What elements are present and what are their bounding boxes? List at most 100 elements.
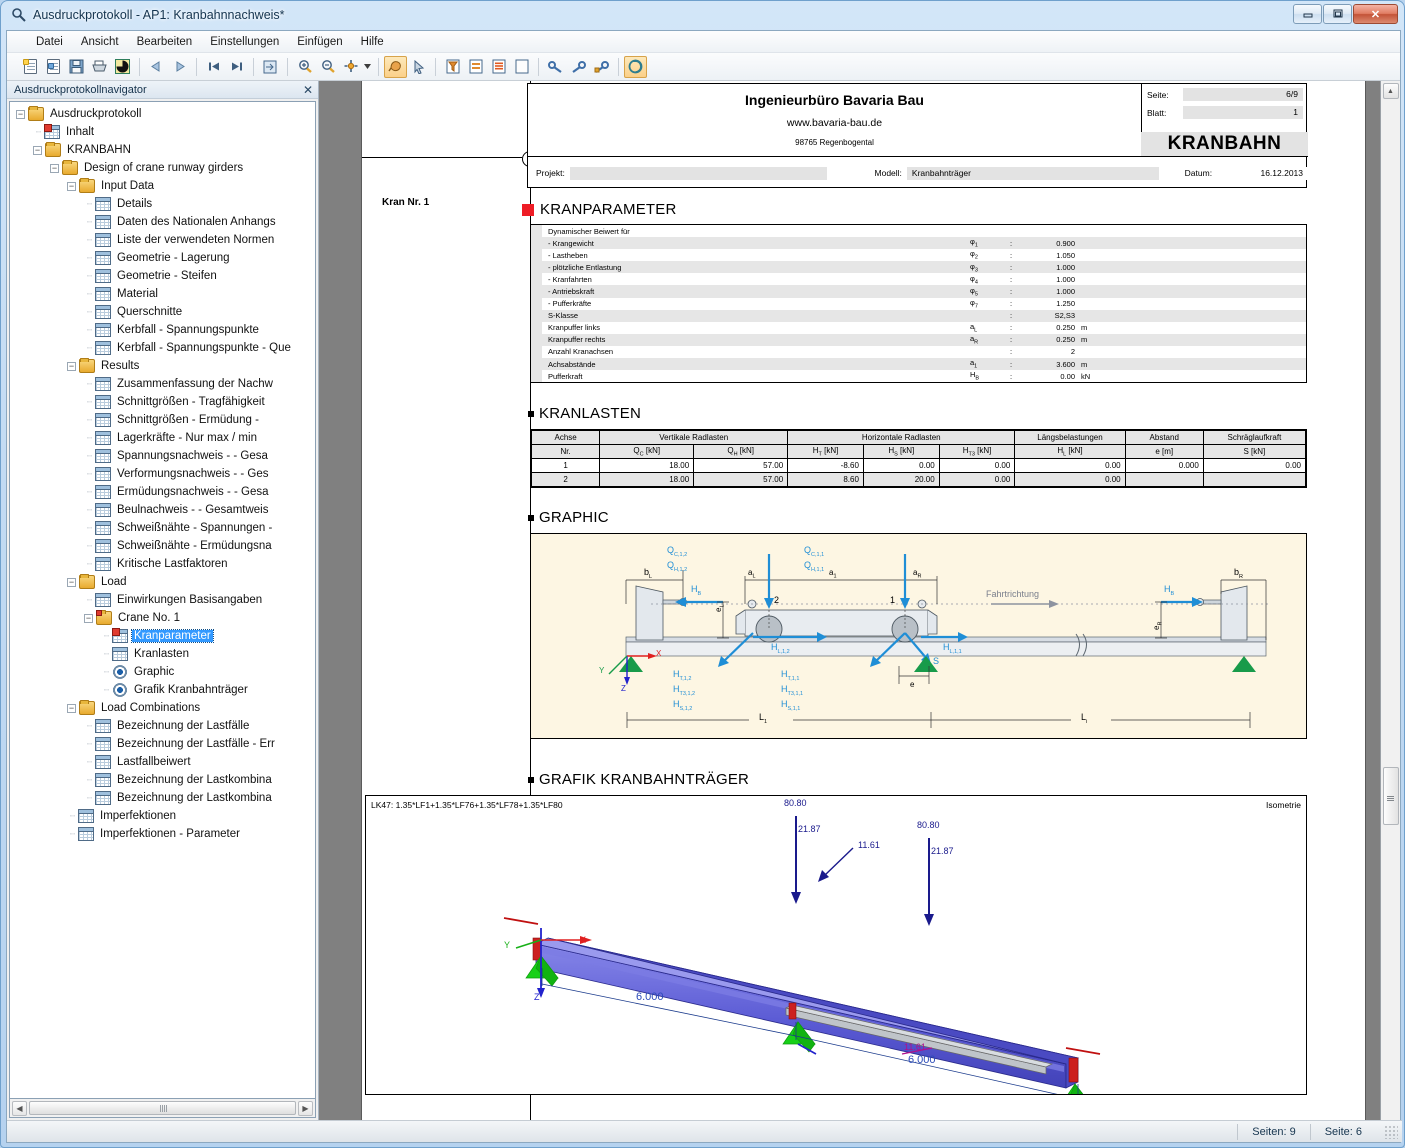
scroll-up-icon[interactable]: ▲ bbox=[1382, 83, 1399, 99]
tree-expander-icon[interactable]: − bbox=[67, 577, 76, 587]
crane-schematic-graphic[interactable]: QC,1,2 QH,1,2 QC,1,1 QH,1,1 bL bR aL a1 … bbox=[530, 533, 1307, 739]
pan-tool-icon[interactable] bbox=[339, 56, 362, 78]
regenerate-icon[interactable] bbox=[624, 55, 647, 78]
scroll-right-icon[interactable]: ▶ bbox=[298, 1100, 313, 1116]
tree-item[interactable]: − Results bbox=[10, 357, 315, 375]
sub-header-cell: HT [kN] bbox=[787, 444, 864, 459]
unlink-icon[interactable] bbox=[567, 56, 590, 78]
tree-expander-icon[interactable]: − bbox=[67, 181, 76, 191]
document-vscrollbar[interactable]: ▲ bbox=[1380, 81, 1400, 1120]
toolbar-separator bbox=[435, 57, 436, 76]
menu-item-ansicht[interactable]: Ansicht bbox=[72, 34, 128, 50]
tree-expander-icon[interactable]: − bbox=[84, 613, 93, 623]
document-view[interactable]: Kran Nr. 1 Ingenieurbüro Bavaria Bau www… bbox=[319, 81, 1400, 1120]
tree-item[interactable]: − Load bbox=[10, 573, 315, 591]
tree-item[interactable]: ┈ Material bbox=[10, 285, 315, 303]
select-tool-icon[interactable] bbox=[407, 56, 430, 78]
tree-item[interactable]: ┈ Zusammenfassung der Nachw bbox=[10, 375, 315, 393]
tree-expander-icon[interactable]: − bbox=[33, 145, 42, 155]
minimize-button[interactable] bbox=[1293, 4, 1322, 24]
new-report-icon[interactable] bbox=[19, 56, 42, 78]
tree-item[interactable]: ┈ Imperfektionen bbox=[10, 807, 315, 825]
tree-item[interactable]: ┈ Kerbfall - Spannungspunkte bbox=[10, 321, 315, 339]
vscroll-thumb[interactable] bbox=[1382, 767, 1399, 825]
tree-item[interactable]: − KRANBAHN bbox=[10, 141, 315, 159]
hscroll-thumb[interactable] bbox=[29, 1101, 296, 1115]
tree-item[interactable]: ┈ Bezeichnung der Lastkombina bbox=[10, 789, 315, 807]
tree-item[interactable]: − Input Data bbox=[10, 177, 315, 195]
vscroll-track[interactable] bbox=[1382, 99, 1399, 1118]
tree-item[interactable]: ┈ Bezeichnung der Lastfälle bbox=[10, 717, 315, 735]
tree-item[interactable]: ┈ Geometrie - Lagerung bbox=[10, 249, 315, 267]
tree-item[interactable]: ┈ Schweißnähte - Ermüdungsna bbox=[10, 537, 315, 555]
tree-item[interactable]: ┈ Geometrie - Steifen bbox=[10, 267, 315, 285]
pan-dropdown-icon[interactable] bbox=[362, 56, 373, 78]
navigator-hscrollbar[interactable]: ◀ ▶ bbox=[9, 1099, 316, 1118]
tree-item[interactable]: ┈ Grafik Kranbahnträger bbox=[10, 681, 315, 699]
tree-item[interactable]: ┈ Lagerkräfte - Nur max / min bbox=[10, 429, 315, 447]
tree-item[interactable]: − Design of crane runway girders bbox=[10, 159, 315, 177]
export-icon[interactable] bbox=[259, 56, 282, 78]
tree-item[interactable]: ┈ Schnittgrößen - Tragfähigkeit bbox=[10, 393, 315, 411]
tree-item[interactable]: ┈ Details bbox=[10, 195, 315, 213]
tree-item[interactable]: ┈ Liste der verwendeten Normen bbox=[10, 231, 315, 249]
last-page-icon[interactable] bbox=[225, 56, 248, 78]
tree-item[interactable]: − Crane No. 1 bbox=[10, 609, 315, 627]
tree-item[interactable]: ┈ Bezeichnung der Lastkombina bbox=[10, 771, 315, 789]
menu-item-datei[interactable]: Datei bbox=[27, 34, 72, 50]
menu-item-bearbeiten[interactable]: Bearbeiten bbox=[128, 34, 202, 50]
previous-page-icon[interactable] bbox=[145, 56, 168, 78]
first-page-icon[interactable] bbox=[202, 56, 225, 78]
print-icon[interactable] bbox=[88, 56, 111, 78]
close-button[interactable]: ✕ bbox=[1353, 4, 1398, 24]
menu-item-hilfe[interactable]: Hilfe bbox=[352, 34, 393, 50]
filter-page-icon[interactable] bbox=[441, 56, 464, 78]
tree-item[interactable]: ┈ Inhalt bbox=[10, 123, 315, 141]
menu-item-einfuegen[interactable]: Einfügen bbox=[288, 34, 351, 50]
tree-item[interactable]: ┈ Verformungsnachweis - - Ges bbox=[10, 465, 315, 483]
tree-expander-icon[interactable]: − bbox=[50, 163, 59, 173]
link-icon[interactable] bbox=[544, 56, 567, 78]
lock-link-icon[interactable] bbox=[590, 56, 613, 78]
open-image-icon[interactable] bbox=[42, 56, 65, 78]
tree-item[interactable]: ┈ Lastfallbeiwert bbox=[10, 753, 315, 771]
tree-item[interactable]: ┈ Querschnitte bbox=[10, 303, 315, 321]
tree-item[interactable]: ┈ Kranlasten bbox=[10, 645, 315, 663]
tree-item[interactable]: ┈ Kritische Lastfaktoren bbox=[10, 555, 315, 573]
page-text-icon[interactable] bbox=[487, 56, 510, 78]
scroll-left-icon[interactable]: ◀ bbox=[12, 1100, 27, 1116]
resize-grip-icon[interactable] bbox=[1384, 1124, 1398, 1139]
tree-item[interactable]: ┈ Graphic bbox=[10, 663, 315, 681]
tree-item[interactable]: ┈ Beulnachweis - - Gesamtweis bbox=[10, 501, 315, 519]
tree-item[interactable]: ┈ Spannungsnachweis - - Gesa bbox=[10, 447, 315, 465]
blank-page-icon[interactable] bbox=[510, 56, 533, 78]
tree-item[interactable]: ┈ Kranparameter bbox=[10, 627, 315, 645]
tree-item[interactable]: − Load Combinations bbox=[10, 699, 315, 717]
save-icon[interactable] bbox=[65, 56, 88, 78]
tree-expander-icon[interactable]: − bbox=[67, 361, 76, 371]
beam-3d-graphic[interactable]: LK47: 1.35*LF1+1.35*LF76+1.35*LF78+1.35*… bbox=[365, 795, 1307, 1095]
table-icon bbox=[95, 773, 111, 787]
tree-item[interactable]: ┈ Imperfektionen - Parameter bbox=[10, 825, 315, 843]
tree-item[interactable]: ┈ Bezeichnung der Lastfälle - Err bbox=[10, 735, 315, 753]
next-page-icon[interactable] bbox=[168, 56, 191, 78]
tree-item[interactable]: ┈ Schnittgrößen - Ermüdung - bbox=[10, 411, 315, 429]
tree-item[interactable]: ┈ Einwirkungen Basisangaben bbox=[10, 591, 315, 609]
close-icon[interactable]: ✕ bbox=[303, 83, 313, 97]
maximize-button[interactable] bbox=[1323, 4, 1352, 24]
tree-item[interactable]: ┈ Daten des Nationalen Anhangs bbox=[10, 213, 315, 231]
printed-page: Kran Nr. 1 Ingenieurbüro Bavaria Bau www… bbox=[362, 81, 1365, 1120]
report-tree[interactable]: − Ausdruckprotokoll ┈ Inhalt − KRANBAHN − Desig… bbox=[9, 101, 316, 1099]
hand-tool-icon[interactable] bbox=[384, 55, 407, 78]
tree-expander-icon[interactable]: − bbox=[67, 703, 76, 713]
menu-item-einstellungen[interactable]: Einstellungen bbox=[201, 34, 288, 50]
refresh-icon[interactable] bbox=[111, 56, 134, 78]
page-properties-icon[interactable] bbox=[464, 56, 487, 78]
tree-item[interactable]: ┈ Ermüdungsnachweis - - Gesa bbox=[10, 483, 315, 501]
tree-item[interactable]: ┈ Schweißnähte - Spannungen - bbox=[10, 519, 315, 537]
zoom-in-icon[interactable] bbox=[293, 56, 316, 78]
tree-expander-icon[interactable]: − bbox=[16, 109, 25, 119]
tree-item[interactable]: ┈ Kerbfall - Spannungspunkte - Que bbox=[10, 339, 315, 357]
tree-item[interactable]: − Ausdruckprotokoll bbox=[10, 105, 315, 123]
zoom-out-icon[interactable] bbox=[316, 56, 339, 78]
